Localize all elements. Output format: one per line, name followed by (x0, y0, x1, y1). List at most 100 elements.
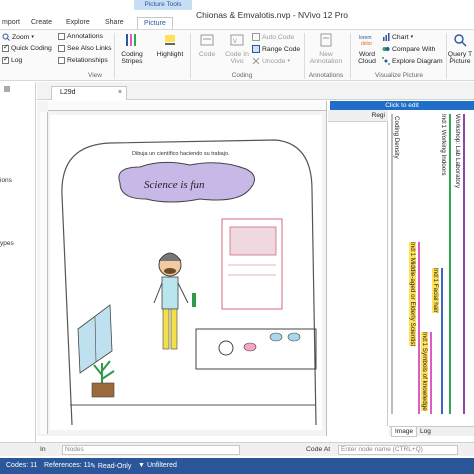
vertical-ruler (40, 112, 48, 434)
tab-explore[interactable]: Explore (66, 17, 90, 29)
code-in-vivo-icon: V (230, 34, 244, 46)
coding-group-label: Coding (231, 72, 253, 79)
new-annotation-button[interactable]: New Annotation (304, 33, 348, 65)
nav-item-types[interactable]: ypes (0, 240, 14, 247)
relationships-toggle[interactable]: Relationships (58, 57, 108, 64)
child-drawing[interactable]: Dibuja un científico haciendo su trabajo… (50, 115, 322, 430)
drawing-caption: Dibuja un científico haciendo su trabajo… (132, 151, 230, 157)
auto-code-button[interactable]: Auto Code (252, 33, 294, 41)
find-bar: In Nodes Code At Enter node name (CTRL+Q… (0, 442, 474, 456)
range-code-button[interactable]: Range Code (252, 45, 300, 53)
quick-coding-label: Quick Coding (11, 45, 52, 52)
uncode-button[interactable]: Uncode ▾ (252, 57, 290, 65)
code-in-vivo-button[interactable]: V Code In Vivo (222, 33, 252, 65)
query-picture-button[interactable]: Query T Picture (446, 33, 474, 65)
stripe-label-symbols-of-knowledge[interactable]: Ind:1 Symbols of knowledge (421, 332, 428, 411)
auto-code-icon (252, 33, 260, 41)
annotations-checkbox[interactable] (58, 33, 65, 40)
new-annotation-icon (320, 33, 332, 47)
relationships-label: Relationships (67, 57, 108, 64)
read-only-label: Read-Only (97, 462, 132, 470)
chevron-down-icon: ▾ (287, 58, 290, 64)
see-also-links-toggle[interactable]: See Also Links (58, 45, 112, 52)
code-at-input[interactable]: Enter node name (CTRL+Q) (338, 445, 458, 455)
chart-button[interactable]: Chart ▾ (382, 33, 413, 41)
code-in-vivo-label: Code In Vivo (225, 51, 249, 65)
relationships-checkbox[interactable] (58, 57, 65, 64)
stripe-label-facial-hair[interactable]: Ind:1 Facial hair (432, 268, 439, 313)
log-label: Log (11, 57, 23, 64)
stripe-laboratory[interactable] (463, 114, 465, 414)
stripe-middle-aged-scientist[interactable] (418, 242, 420, 414)
chevron-down-icon: ▾ (31, 34, 34, 40)
coding-stripes-panel: Coding Density Ind:1 Working Indoors Wor… (389, 110, 474, 426)
coding-stripes-button[interactable]: Coding Stripes (114, 33, 150, 65)
word-cloud-label: Word Cloud (358, 51, 376, 65)
zoom-button[interactable]: Zoom ▾ (2, 33, 34, 41)
nodes-field[interactable]: Nodes (62, 445, 240, 455)
stripe-label-working-indoors[interactable]: Ind:1 Working Indoors (440, 114, 447, 176)
svg-text:dolor: dolor (361, 41, 372, 47)
stripe-label-middle-aged-scientist[interactable]: Ind:1 Middle-aged or Elderly Scientist (409, 242, 416, 347)
auto-code-label: Auto Code (262, 33, 295, 41)
code-button[interactable]: Code (190, 33, 224, 58)
tab-share[interactable]: Share (105, 17, 124, 29)
picture-tools-label: Picture Tools (134, 0, 192, 10)
uncode-label: Uncode (262, 57, 286, 65)
log-checkbox[interactable] (2, 55, 9, 64)
visualize-group-label: Visualize Picture (375, 72, 423, 79)
chart-label: Chart (392, 33, 409, 41)
range-code-label: Range Code (262, 45, 301, 53)
highlight-icon (165, 35, 175, 45)
codes-count: Codes: 11 (6, 462, 38, 469)
svg-text:V: V (233, 39, 237, 45)
stripe-facial-hair[interactable] (441, 268, 443, 414)
tab-picture[interactable]: Picture (137, 17, 173, 29)
explore-diagram-button[interactable]: Explore Diagram (382, 57, 443, 65)
log-toggle[interactable]: Log (2, 55, 23, 64)
region-column-header[interactable]: Regi (328, 110, 388, 122)
menu-icon[interactable] (3, 85, 11, 93)
ribbon: Zoom ▾ Quick Coding Log Annotations See … (0, 29, 474, 81)
click-to-edit-bar[interactable]: Click to edit (330, 101, 474, 110)
code-at-label: Code At (306, 446, 331, 453)
quick-coding-toggle[interactable]: Quick Coding (2, 43, 52, 52)
highlight-button[interactable]: Highlight (152, 33, 188, 58)
stripe-label-laboratory[interactable]: Workshop: Lab Laboratory (454, 114, 461, 188)
explore-diagram-label: Explore Diagram (392, 57, 443, 65)
quick-coding-checkbox[interactable] (2, 43, 9, 52)
annotations-toggle[interactable]: Annotations (58, 33, 103, 40)
divider (350, 33, 351, 79)
word-cloud-button[interactable]: lorem dolor Word Cloud (352, 33, 382, 65)
nav-item-locations[interactable]: ions (0, 177, 12, 184)
code-icon (200, 34, 214, 46)
region-panel (328, 110, 388, 426)
references-count: References: 11 (44, 462, 91, 469)
query-picture-label: Query T Picture (447, 51, 473, 65)
see-also-links-label: See Also Links (67, 45, 112, 52)
chart-icon (383, 33, 390, 41)
drawing-svg: Dibuja un científico haciendo su trabajo… (61, 139, 317, 426)
cloud-text: Science is fun (144, 179, 205, 191)
tab-image[interactable]: Image (391, 427, 418, 437)
filter-status: ▼ Unfiltered (138, 462, 177, 469)
coding-density-stripe (391, 114, 393, 414)
tab-log[interactable]: Log (417, 427, 434, 437)
close-icon[interactable]: × (118, 87, 122, 99)
stripe-symbols-of-knowledge[interactable] (430, 332, 432, 414)
navigation-pane: ions ypes (0, 82, 36, 444)
stripe-working-indoors[interactable] (449, 114, 451, 414)
zoom-icon (2, 33, 10, 41)
compare-with-button[interactable]: Compare With (382, 45, 435, 53)
pencil-icon: ✎ (90, 463, 96, 470)
range-code-icon (252, 45, 260, 53)
coding-density-label: Coding Density (393, 116, 400, 159)
tab-import[interactable]: mport (2, 17, 20, 29)
see-also-links-checkbox[interactable] (58, 45, 65, 52)
tab-create[interactable]: Create (31, 17, 52, 29)
document-tab-label: L29d (60, 89, 76, 96)
code-label: Code (198, 51, 216, 58)
explore-diagram-icon (382, 57, 390, 65)
view-group-label: View (88, 72, 102, 79)
document-tab[interactable]: L29d × (51, 86, 127, 100)
